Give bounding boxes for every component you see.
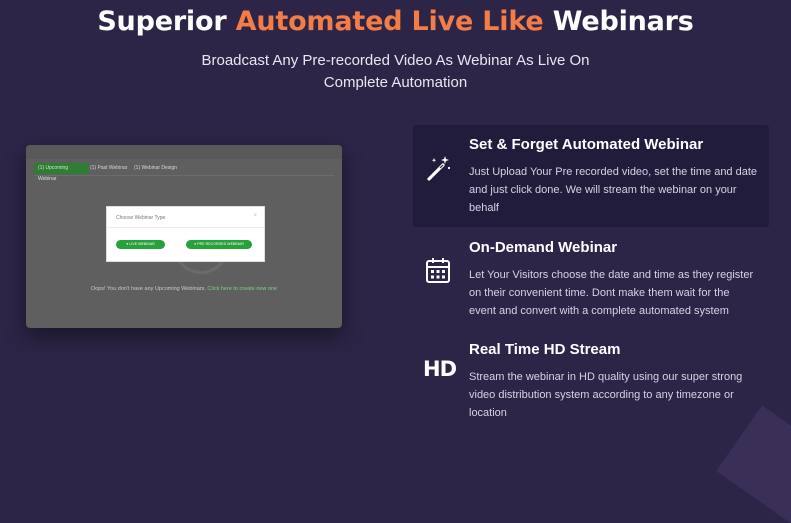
feature-title: On-Demand Webinar [469,239,618,256]
preview-prerecorded-webinar-button: ● PRE RECORDED WEBINAR [186,240,252,249]
subtitle-line: Broadcast Any Pre-recorded Video As Webi… [201,52,590,69]
magic-wand-icon [425,153,451,183]
preview-tab-design: (1) Webinar Design [134,165,177,171]
feature-description: Stream the webinar in HD quality using o… [469,371,743,419]
preview-empty-message: Oops! You don't have any Upcoming Webina… [90,286,278,292]
preview-tab-past: (1) Past Webinar [90,165,128,171]
feature-title: Set & Forget Automated Webinar [469,136,704,153]
preview-top-bar [26,145,342,159]
preview-create-link: Click here to create new one [207,286,278,292]
feature-hd-stream: HD Real Time HD Stream Stream the webina… [413,330,769,430]
preview-divider [34,175,334,176]
feature-set-forget: Set & Forget Automated Webinar Just Uplo… [413,125,769,227]
subtitle-line: Complete Automation [323,74,468,91]
page-subtitle: Broadcast Any Pre-recorded Video As Webi… [0,50,791,94]
feature-description: Just Upload Your Pre recorded video, set… [469,166,758,214]
preview-live-webinar-button: ● LIVE WEBINAR [116,240,165,249]
hd-icon: HD [423,357,457,381]
feature-title: Real Time HD Stream [469,341,621,358]
feature-description: Let Your Visitors choose the date and ti… [469,269,754,317]
preview-modal-title: Choose Webinar Type [116,215,166,221]
app-preview-screenshot: (1) Upcoming Webinar (1) Past Webinar (1… [26,145,342,328]
feature-on-demand: On-Demand Webinar Let Your Visitors choo… [413,228,769,330]
title-accent: Automated Live Like [235,6,544,37]
calendar-icon [425,256,451,286]
preview-tab-upcoming: (1) Upcoming Webinar [34,163,89,182]
close-icon: × [253,213,257,219]
preview-modal: Choose Webinar Type × ● LIVE WEBINAR ● P… [106,206,265,262]
page-title: Superior Automated Live Like Webinars [97,6,694,37]
preview-modal-divider [107,227,264,228]
